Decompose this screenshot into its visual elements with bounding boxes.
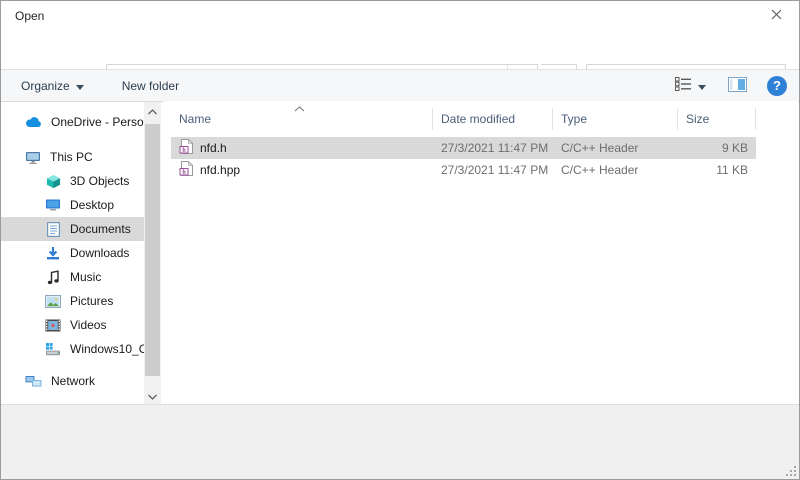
hard-drive-icon [45,341,61,357]
sidebar-item-documents[interactable]: Documents [1,217,144,241]
music-note-icon [45,269,61,285]
organize-label: Organize [21,79,70,93]
sidebar-item-desktop[interactable]: Desktop [1,193,144,217]
sidebar-item-downloads[interactable]: Downloads [1,241,144,265]
picture-icon [45,293,61,309]
sidebar-item-label: OneDrive - Person [51,115,144,129]
cloud-icon [25,114,42,130]
file-size: 9 KB [678,141,756,155]
scrollbar-up-button[interactable] [144,102,161,119]
resize-grip[interactable] [786,466,796,476]
cube-icon [45,173,61,189]
navigation-pane: OneDrive - Person This PC 3D Objects Des… [1,102,161,404]
column-header-size[interactable]: Size [678,108,756,130]
sidebar-item-videos[interactable]: Videos [1,313,144,337]
preview-pane-button[interactable] [728,77,747,95]
sidebar-item-label: 3D Objects [70,174,129,188]
toolbar-view-controls: ? [675,70,787,101]
navigation-bar: ← → ↑ « GitHub › nativefiledialog › src [1,31,799,69]
sidebar-scrollbar[interactable] [144,102,161,404]
chevron-down-icon [698,79,706,93]
sidebar-item-this-pc[interactable]: This PC [1,145,144,169]
network-icon [25,373,42,389]
sidebar-item-onedrive[interactable]: OneDrive - Person [1,110,144,134]
sidebar-item-windows10-os[interactable]: Windows10_OS ( [1,337,144,361]
chevron-up-icon [148,104,157,118]
sidebar-item-network[interactable]: Network [1,369,144,393]
sidebar-item-label: Windows10_OS ( [70,342,144,356]
column-header-date-modified[interactable]: Date modified [433,108,553,130]
title-bar[interactable]: Open [1,1,799,31]
file-date-modified: 27/3/2021 11:47 PM [433,141,553,155]
close-icon [771,9,782,23]
file-list: Name Date modified Type Size h nfd.h 27/… [164,101,798,404]
help-button[interactable]: ? [767,76,787,96]
sidebar-item-label: Videos [70,318,106,332]
chevron-down-icon [76,79,84,93]
new-folder-label: New folder [122,79,179,93]
svg-text:h: h [182,169,186,176]
sidebar-item-label: Desktop [70,198,114,212]
header-file-icon: h [179,161,193,179]
sidebar-item-label: Documents [70,222,131,236]
sidebar-item-label: Network [51,374,95,388]
organize-button[interactable]: Organize [11,70,94,101]
scrollbar-thumb[interactable] [145,124,160,376]
sidebar-item-label: Music [70,270,101,284]
close-button[interactable] [761,5,791,27]
monitor-icon [25,149,41,165]
scrollbar-down-button[interactable] [144,387,161,404]
film-strip-icon [45,317,61,333]
file-row-nfd-hpp[interactable]: h nfd.hpp 27/3/2021 11:47 PM C/C++ Heade… [171,159,756,181]
command-toolbar: Organize New folder ? [1,69,799,102]
sidebar-item-label: This PC [50,150,93,164]
chevron-down-icon [148,389,157,403]
svg-text:h: h [182,147,186,154]
file-date-modified: 27/3/2021 11:47 PM [433,163,553,177]
new-folder-button[interactable]: New folder [112,70,189,101]
file-type: C/C++ Header [553,141,678,155]
header-file-icon: h [179,139,193,157]
preview-pane-icon [728,81,747,95]
details-view-icon [675,77,692,94]
sidebar-item-music[interactable]: Music [1,265,144,289]
sidebar-item-label: Downloads [70,246,129,260]
file-row-nfd-h[interactable]: h nfd.h 27/3/2021 11:47 PM C/C++ Header … [171,137,756,159]
window-title: Open [15,9,44,23]
column-header-type[interactable]: Type [553,108,678,130]
bottom-bar: File name: Headers (*.h;*.hpp) Open Canc… [1,404,799,479]
file-name: nfd.h [200,141,227,155]
sidebar-item-pictures[interactable]: Pictures [1,289,144,313]
file-name: nfd.hpp [200,163,240,177]
document-icon [45,221,61,237]
sidebar-item-3d-objects[interactable]: 3D Objects [1,169,144,193]
help-question-icon: ? [773,78,781,93]
file-rows: h nfd.h 27/3/2021 11:47 PM C/C++ Header … [171,137,756,181]
download-icon [45,245,61,261]
open-dialog-window: Open ← → ↑ « GitHu [0,0,800,480]
sidebar-item-label: Pictures [70,294,113,308]
file-size: 11 KB [678,163,756,177]
change-view-button[interactable] [675,77,706,94]
desktop-icon [45,197,61,213]
sort-ascending-icon [294,101,305,115]
file-type: C/C++ Header [553,163,678,177]
column-headers: Name Date modified Type Size [171,101,756,131]
